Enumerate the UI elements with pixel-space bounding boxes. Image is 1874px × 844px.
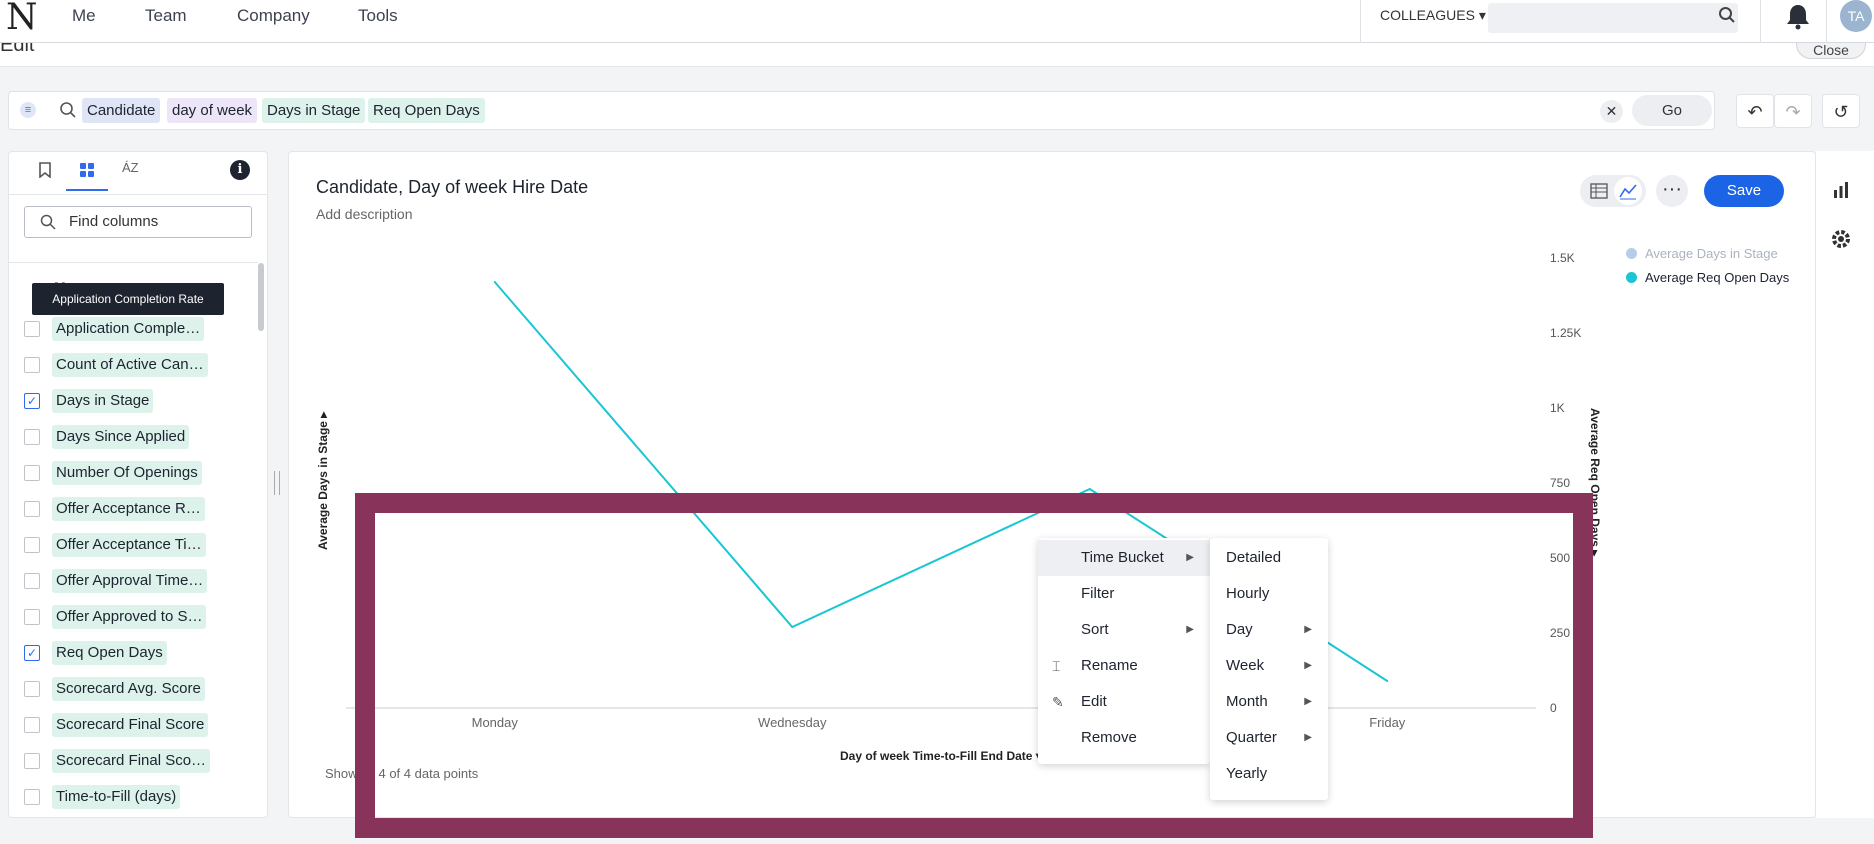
chevron-right-icon: ▶ (1304, 696, 1312, 707)
menu-item-edit[interactable]: ✎ Edit (1038, 684, 1210, 720)
menu-item-label: Time Bucket (1081, 549, 1164, 566)
menu-item-label: Sort (1081, 621, 1109, 638)
time-bucket-yearly[interactable]: Yearly (1210, 756, 1328, 792)
chevron-right-icon: ▶ (1186, 624, 1194, 635)
menu-item-label: Day (1226, 621, 1253, 638)
menu-item-rename[interactable]: ⌶ Rename (1038, 648, 1210, 684)
menu-item-filter[interactable]: Filter (1038, 576, 1210, 612)
menu-item-label: Rename (1081, 657, 1138, 674)
data-point[interactable] (1088, 488, 1091, 490)
menu-item-label: Quarter (1226, 729, 1277, 746)
menu-item-label: Month (1226, 693, 1268, 710)
time-bucket-detailed[interactable]: Detailed (1210, 540, 1328, 576)
menu-item-remove[interactable]: Remove (1038, 720, 1210, 756)
menu-item-label: Edit (1081, 693, 1107, 710)
context-menu: Time Bucket ▶ Filter Sort ▶ ⌶ Rename ✎ Edit Remov… (1038, 538, 1210, 764)
time-bucket-submenu: Detailed Hourly Day ▶ Week ▶ Month ▶ Quarter ▶ Yea… (1210, 538, 1328, 800)
time-bucket-week[interactable]: Week ▶ (1210, 648, 1328, 684)
data-point[interactable] (493, 281, 496, 283)
pencil-icon: ✎ (1052, 694, 1064, 710)
highlight-frame (355, 493, 1593, 838)
menu-item-label: Remove (1081, 729, 1137, 746)
time-bucket-hourly[interactable]: Hourly (1210, 576, 1328, 612)
y-tick-label: 750 (1550, 476, 1570, 490)
y-tick-label: 1K (1550, 401, 1565, 415)
time-bucket-quarter[interactable]: Quarter ▶ (1210, 720, 1328, 756)
rename-icon: ⌶ (1052, 658, 1061, 674)
chevron-right-icon: ▶ (1304, 660, 1312, 671)
y-axis-left-label[interactable]: Average Days in Stage ▸ (316, 412, 330, 550)
y-tick-label: 1.5K (1550, 251, 1575, 265)
y-tick-label: 1.25K (1550, 326, 1581, 340)
time-bucket-month[interactable]: Month ▶ (1210, 684, 1328, 720)
menu-item-label: Detailed (1226, 549, 1282, 566)
menu-item-time-bucket[interactable]: Time Bucket ▶ (1038, 540, 1210, 576)
menu-item-label: Hourly (1226, 585, 1270, 602)
menu-item-sort[interactable]: Sort ▶ (1038, 612, 1210, 648)
chevron-right-icon: ▶ (1304, 624, 1312, 635)
time-bucket-day[interactable]: Day ▶ (1210, 612, 1328, 648)
menu-item-label: Filter (1081, 585, 1115, 602)
menu-item-label: Week (1226, 657, 1265, 674)
menu-item-label: Yearly (1226, 765, 1268, 782)
chevron-right-icon: ▶ (1304, 732, 1312, 743)
chevron-right-icon: ▶ (1186, 552, 1194, 563)
